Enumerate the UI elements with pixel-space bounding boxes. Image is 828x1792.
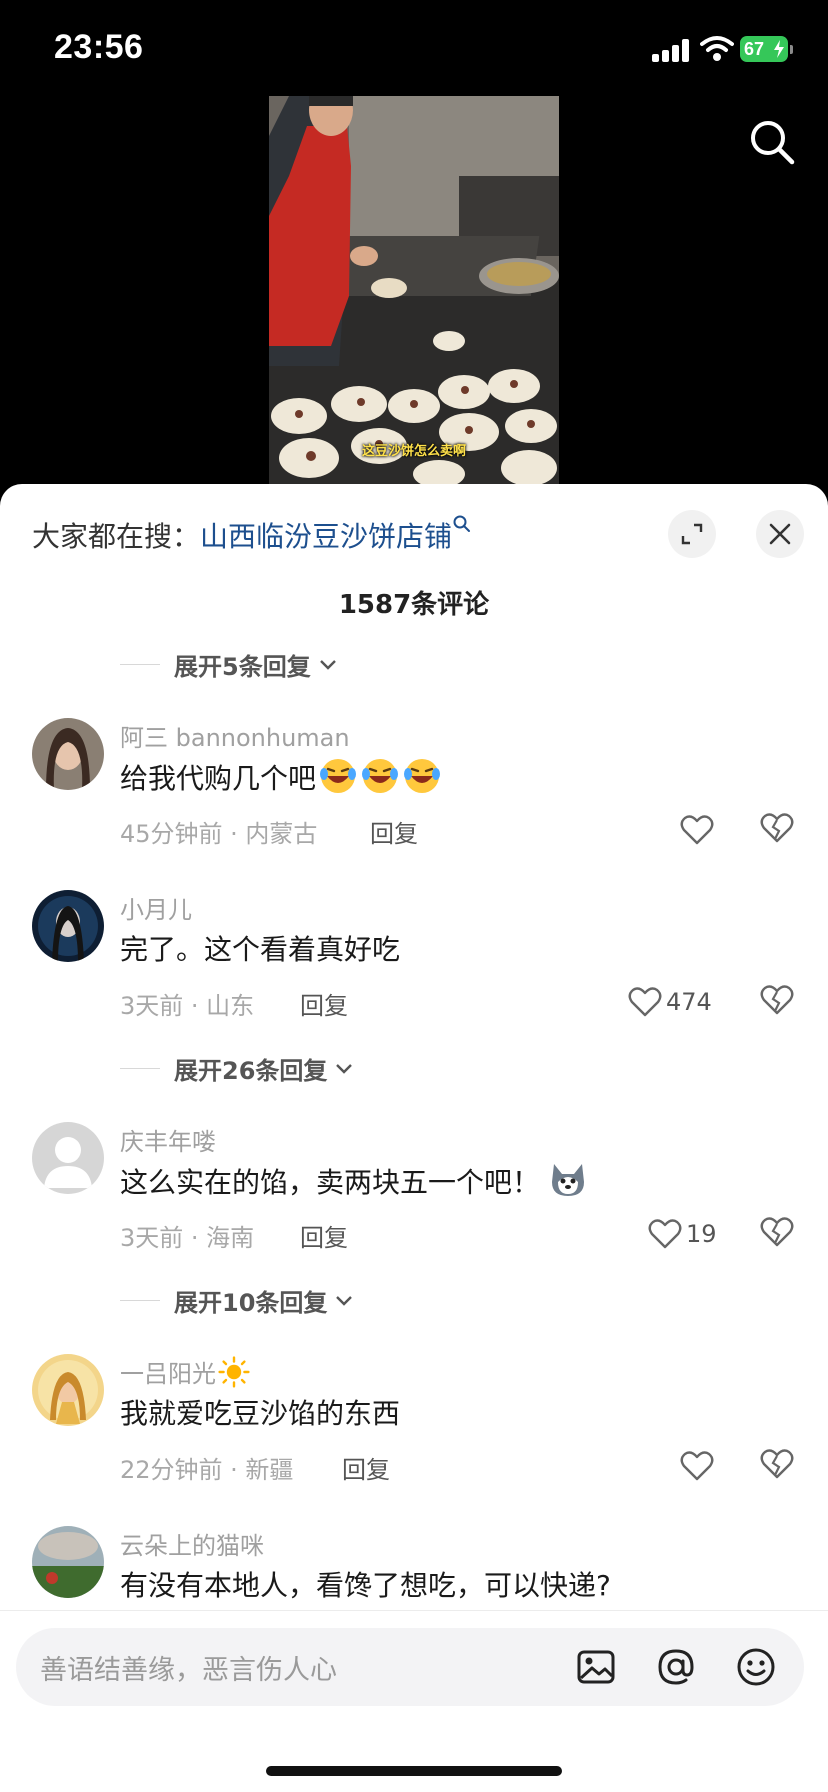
comment-item: 一吕阳光 我就爱吃豆沙馅的东西 22分钟前 · 新疆 回复 <box>0 1354 828 1504</box>
expand-icon <box>681 523 703 545</box>
expand-replies-button[interactable]: 展开5条回复 <box>120 644 339 684</box>
image-icon[interactable] <box>576 1647 616 1687</box>
comment-text-content: 这么实在的馅，卖两块五一个吧！ <box>120 1166 541 1199</box>
comment-item: 小月儿 完了。这个看着真好吃 3天前 · 山东 回复 474 <box>0 890 828 1040</box>
comment-text-content: 给我代购几个吧 <box>120 762 317 795</box>
comment-input[interactable]: 善语结善缘，恶言伤人心 <box>16 1628 804 1706</box>
like-count: 474 <box>666 988 712 1016</box>
reply-button[interactable]: 回复 <box>342 1450 390 1485</box>
comment-username[interactable]: 一吕阳光 <box>120 1354 250 1389</box>
reply-button[interactable]: 回复 <box>300 986 348 1021</box>
comment-input-placeholder: 善语结善缘，恶言伤人心 <box>40 1655 337 1686</box>
expand-replies-label: 展开26条回复 <box>174 1056 328 1085</box>
chevron-down-icon <box>336 1296 353 1306</box>
avatar[interactable] <box>32 890 104 962</box>
comment-username[interactable]: 云朵上的猫咪 <box>120 1526 264 1561</box>
divider <box>120 663 160 665</box>
avatar[interactable] <box>32 718 104 790</box>
comment-username-text: 一吕阳光 <box>120 1360 216 1388</box>
emoji-icon[interactable] <box>736 1647 776 1687</box>
close-sheet-button[interactable] <box>756 510 804 558</box>
husky-emoji <box>552 1164 585 1196</box>
comment-text: 这么实在的馅，卖两块五一个吧！ <box>120 1160 588 1201</box>
heart-icon <box>628 987 662 1017</box>
video-frame <box>269 96 559 484</box>
status-time: 23:56 <box>54 28 144 66</box>
battery-indicator: 67 <box>740 36 793 62</box>
wifi-icon <box>700 36 734 61</box>
expand-replies-button[interactable]: 展开10条回复 <box>120 1280 355 1320</box>
reply-button[interactable]: 回复 <box>370 814 418 849</box>
video-caption: 这豆沙饼怎么卖啊 <box>361 444 466 459</box>
chevron-down-icon <box>336 1064 353 1074</box>
video-player[interactable]: 这豆沙饼怎么卖啊 <box>269 96 559 484</box>
comment-meta: 3天前 · 海南 <box>120 1224 255 1252</box>
comment-text: 完了。这个看着真好吃 <box>120 933 401 966</box>
home-indicator <box>266 1766 562 1776</box>
search-mini-icon <box>453 515 471 532</box>
search-suggestion[interactable]: 大家都在搜：山西临汾豆沙饼店铺 <box>32 514 472 557</box>
comment-sheet: 大家都在搜：山西临汾豆沙饼店铺 1587条评论 展开5条回复 阿三 bannon… <box>0 484 828 1792</box>
comment-item: 庆丰年喽 这么实在的馅，卖两块五一个吧！ 3天前 · 海南 回复 19 <box>0 1122 828 1272</box>
comment-username[interactable]: 阿三 bannonhuman <box>120 718 350 753</box>
heart-icon <box>680 1451 714 1481</box>
mention-icon[interactable] <box>656 1647 696 1687</box>
like-count: 19 <box>686 1220 717 1248</box>
reply-button[interactable]: 回复 <box>300 1218 348 1253</box>
heart-icon <box>648 1219 682 1249</box>
dislike-broken-heart-icon[interactable] <box>760 1448 794 1480</box>
divider <box>120 1067 160 1069</box>
comment-item: 阿三 bannonhuman 给我代购几个吧 45分钟前 · 内蒙古 回复 <box>0 718 828 868</box>
cellular-signal-icon <box>652 38 692 62</box>
laughing-crying-emoji <box>362 759 399 793</box>
like-button[interactable] <box>680 810 714 850</box>
comment-meta: 22分钟前 · 新疆 <box>120 1456 294 1484</box>
comment-meta: 3天前 · 山东 <box>120 992 255 1020</box>
expand-replies-button[interactable]: 展开26条回复 <box>120 1048 355 1088</box>
dislike-broken-heart-icon[interactable] <box>760 1216 794 1248</box>
dislike-broken-heart-icon[interactable] <box>760 812 794 844</box>
comment-meta: 45分钟前 · 内蒙古 <box>120 820 318 848</box>
laughing-crying-emoji <box>404 759 441 793</box>
avatar[interactable] <box>32 1354 104 1426</box>
comment-username[interactable]: 小月儿 <box>120 890 192 925</box>
like-button[interactable]: 474 <box>628 982 712 1022</box>
search-suggestion-keyword[interactable]: 山西临汾豆沙饼店铺 <box>200 520 452 553</box>
laughing-crying-emoji <box>320 759 357 793</box>
battery-level: 67 <box>744 39 765 59</box>
divider <box>120 1299 160 1301</box>
like-button[interactable] <box>680 1446 714 1486</box>
avatar[interactable] <box>32 1122 104 1194</box>
avatar[interactable] <box>32 1526 104 1598</box>
comment-text: 给我代购几个吧 <box>120 756 442 797</box>
expand-sheet-button[interactable] <box>668 510 716 558</box>
charging-bolt-icon <box>774 40 784 58</box>
input-divider <box>0 1610 828 1611</box>
search-suggestion-label: 大家都在搜： <box>32 520 201 553</box>
comment-username[interactable]: 庆丰年喽 <box>120 1122 216 1157</box>
search-icon[interactable] <box>748 118 796 166</box>
chevron-down-icon <box>319 660 336 670</box>
like-button[interactable]: 19 <box>648 1214 717 1254</box>
close-icon <box>769 523 791 545</box>
comment-text: 有没有本地人，看馋了想吃，可以快递? <box>120 1569 611 1602</box>
sun-emoji <box>218 1356 250 1388</box>
expand-replies-label: 展开10条回复 <box>174 1288 328 1317</box>
comment-count: 1587条评论 <box>338 590 490 620</box>
heart-icon <box>680 815 714 845</box>
dislike-broken-heart-icon[interactable] <box>760 984 794 1016</box>
status-bar: 23:56 67 <box>0 0 828 96</box>
comment-text: 我就爱吃豆沙馅的东西 <box>120 1397 401 1430</box>
expand-replies-label: 展开5条回复 <box>174 652 311 681</box>
